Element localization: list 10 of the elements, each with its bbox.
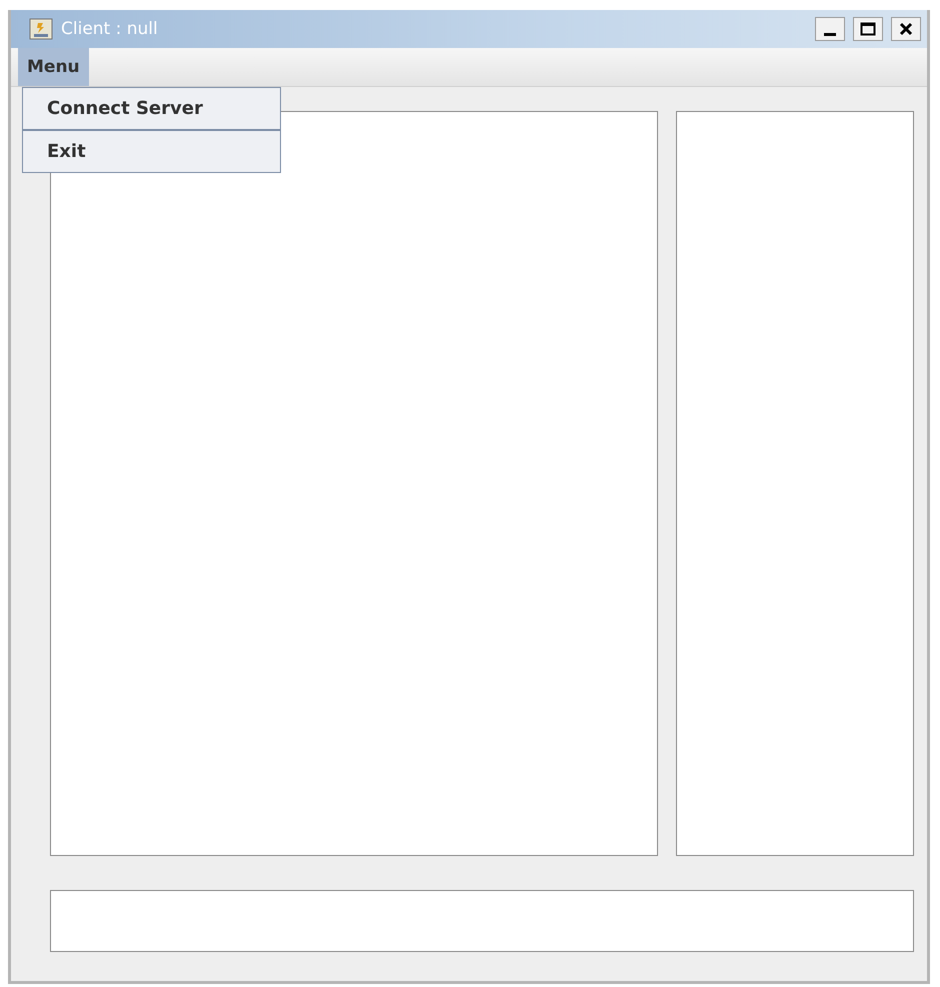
close-button[interactable]: [891, 17, 921, 41]
input-field[interactable]: [50, 890, 914, 952]
close-icon: [899, 22, 913, 36]
minimize-icon: [824, 32, 836, 36]
menu-button[interactable]: Menu: [18, 48, 89, 86]
minimize-button[interactable]: [815, 17, 845, 41]
app-icon: [29, 18, 53, 40]
window-title: Client : null: [61, 19, 159, 39]
maximize-button[interactable]: [853, 17, 883, 41]
maximize-icon: [860, 22, 876, 36]
